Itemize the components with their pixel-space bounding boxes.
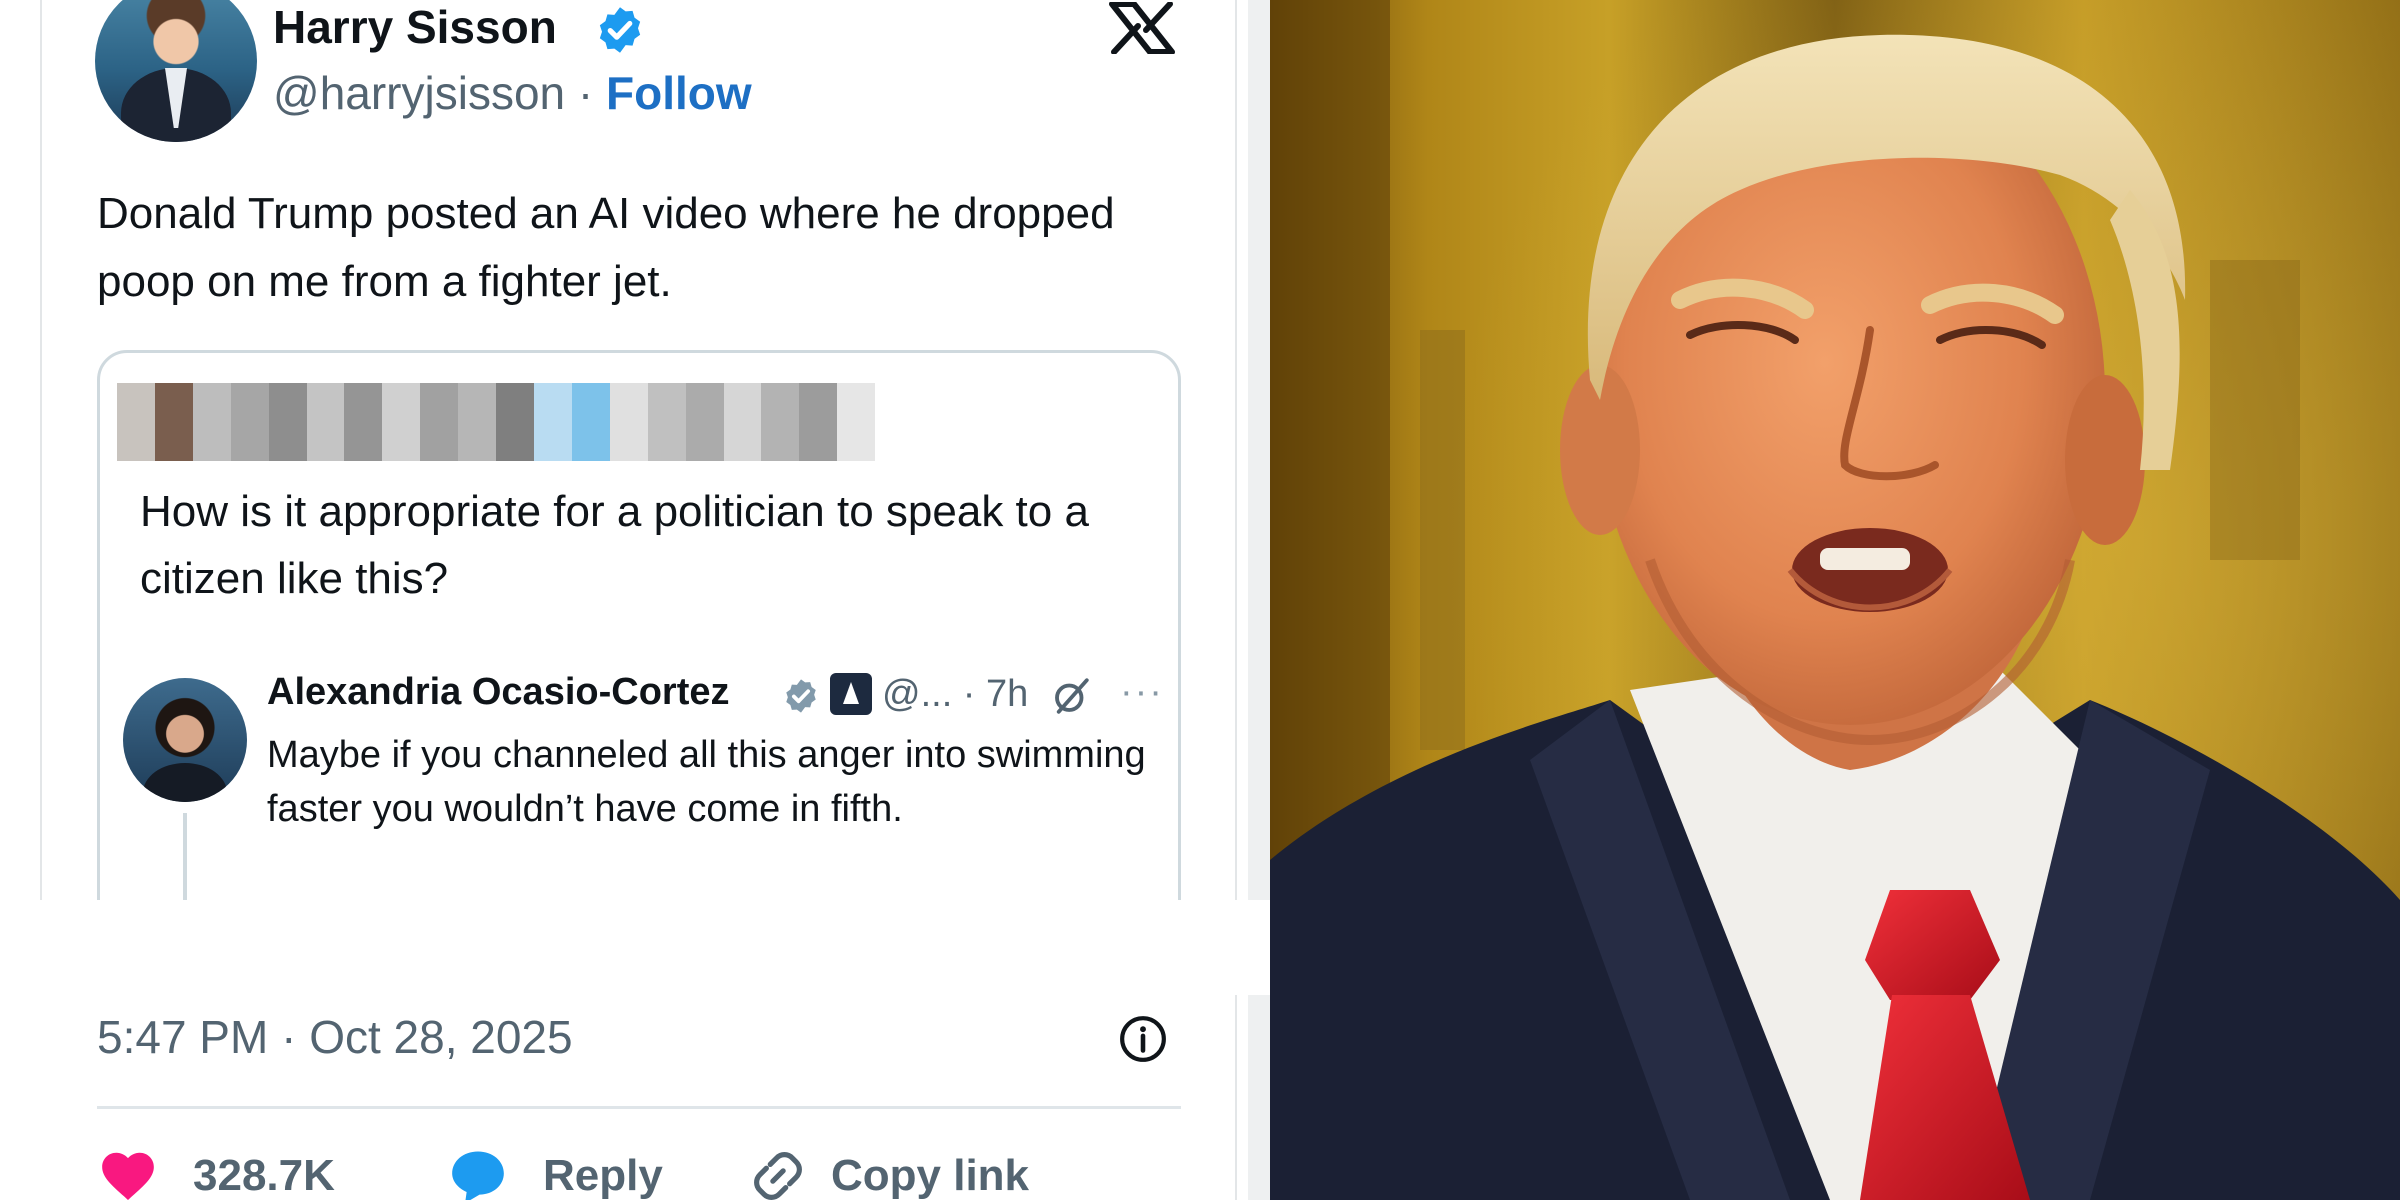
- reply-text: Maybe if you channeled all this anger in…: [267, 734, 1146, 830]
- reply-meta: @... · 7h: [882, 673, 1029, 715]
- divider: [97, 1106, 1181, 1109]
- copy-link-label: Copy link: [831, 1151, 1030, 1200]
- ear: [2065, 375, 2145, 545]
- government-badge-icon: [830, 673, 872, 715]
- author-handle[interactable]: @harryjsisson: [273, 67, 565, 119]
- reply-author-avatar[interactable]: [123, 678, 247, 802]
- verified-badge-icon: [599, 7, 641, 53]
- tweet-timestamp[interactable]: 5:47 PM · Oct 28, 2025: [97, 1010, 573, 1064]
- teeth: [1820, 548, 1910, 570]
- author-name[interactable]: Harry Sisson: [273, 0, 557, 54]
- reply-author-name[interactable]: Alexandria Ocasio-Cortez: [267, 671, 729, 714]
- tweet-card: Harry Sisson @harryjsisson · Follow Dona…: [0, 0, 1270, 1200]
- heart-icon: [102, 1152, 154, 1200]
- crop-gap: [0, 900, 1270, 995]
- author-avatar[interactable]: [95, 0, 257, 142]
- handle-separator: ·: [565, 67, 606, 119]
- speech-bubble-icon: [452, 1151, 504, 1200]
- follow-button[interactable]: Follow: [606, 67, 752, 119]
- like-button[interactable]: 328.7K: [97, 1145, 335, 1200]
- speaker-photo: [1270, 0, 2400, 1200]
- card-border-right-lower: [1235, 995, 1237, 1200]
- x-logo-icon[interactable]: [1106, 2, 1178, 54]
- reply-avatar-body: [143, 763, 227, 802]
- reply-label: Reply: [543, 1151, 663, 1200]
- background-panel: [1420, 330, 1465, 750]
- like-count: 328.7K: [193, 1151, 335, 1200]
- tweet-text: Donald Trump posted an AI video where he…: [97, 189, 1115, 306]
- link-icon: [754, 1152, 802, 1200]
- grok-icon[interactable]: [1050, 675, 1092, 717]
- quoted-tweet[interactable]: How is it appropriate for a politician t…: [97, 350, 1181, 970]
- background-panel: [2210, 260, 2300, 560]
- author-handle-line: @harryjsisson · Follow: [273, 66, 752, 120]
- info-icon[interactable]: [1118, 1014, 1168, 1064]
- speaker-photo-illustration: [1270, 0, 2400, 1200]
- reply-button[interactable]: Reply: [447, 1145, 663, 1200]
- panel-gap: [1248, 0, 1270, 1200]
- quoted-tweet-text: How is it appropriate for a politician t…: [140, 487, 1089, 603]
- more-options-icon[interactable]: ···: [1120, 671, 1164, 714]
- card-border-left: [40, 0, 42, 900]
- blurred-author-info: [117, 383, 876, 461]
- copy-link-button[interactable]: Copy link: [747, 1145, 1029, 1200]
- verified-badge-icon: [786, 679, 816, 713]
- card-border-right: [1235, 0, 1237, 900]
